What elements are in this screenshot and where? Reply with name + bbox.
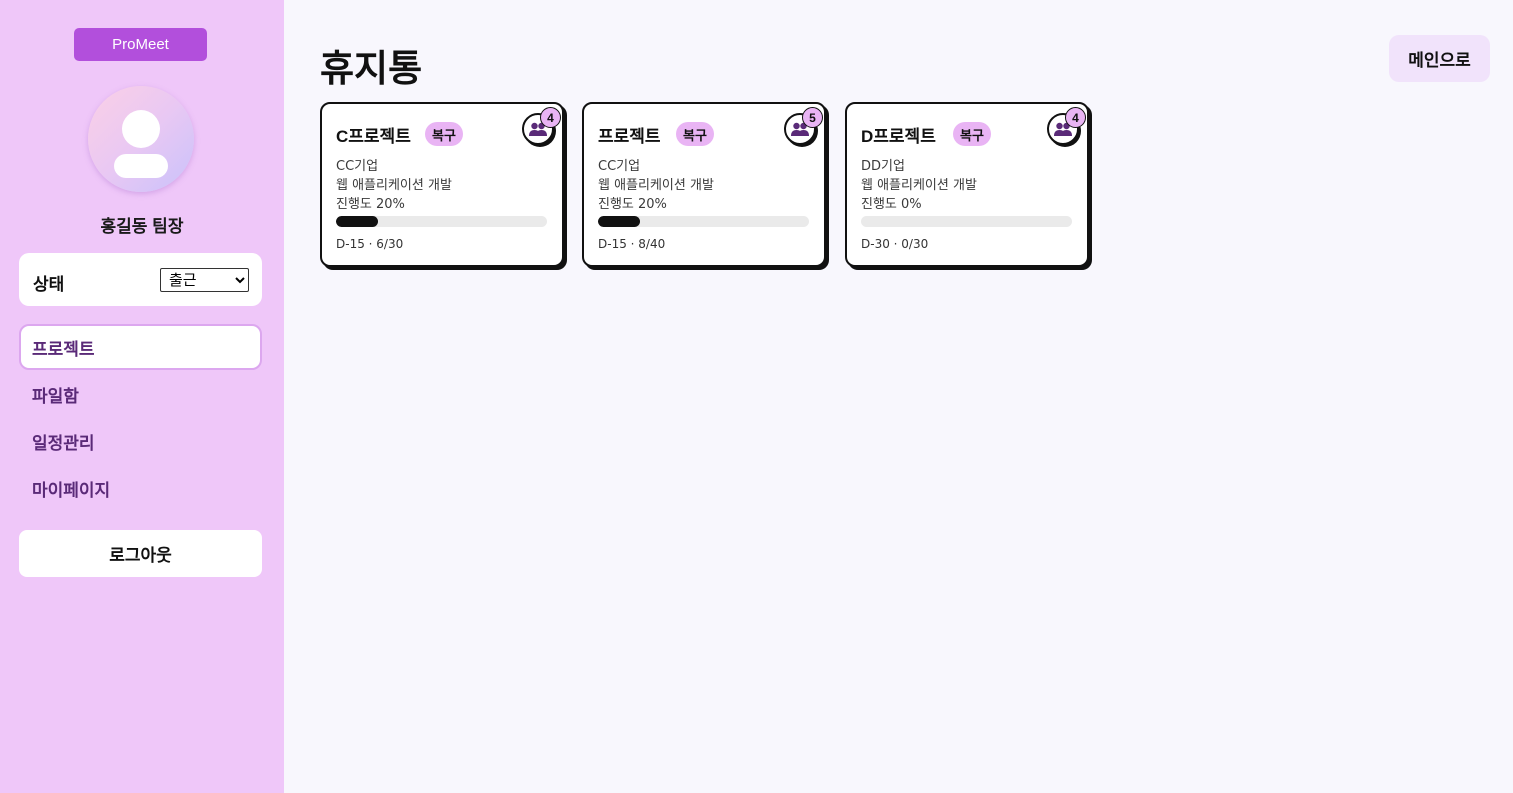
project-company: DD기업 bbox=[861, 159, 905, 174]
project-progress-text: 진행도 0% bbox=[861, 197, 922, 212]
logout-button[interactable]: 로그아웃 bbox=[19, 530, 262, 577]
project-progress-text: 진행도 20% bbox=[598, 197, 667, 212]
project-card[interactable]: D프로젝트 복구 4 DD기업 웹 애플리케이션 개발 진행도 0% D-30 … bbox=[845, 102, 1089, 267]
status-label: 상태 bbox=[33, 275, 65, 294]
members-count-badge: 4 bbox=[540, 107, 561, 128]
status-card: 상태 출근 bbox=[19, 253, 262, 306]
project-title: D프로젝트 bbox=[861, 127, 936, 146]
project-deadline: D-15 · 6/30 bbox=[336, 237, 404, 251]
sidebar-nav: 프로젝트 파일함 일정관리 마이페이지 bbox=[19, 324, 262, 512]
page-title: 휴지통 bbox=[320, 48, 423, 89]
progress-bar bbox=[598, 216, 809, 227]
progress-bar-fill bbox=[598, 216, 641, 227]
status-select[interactable]: 출근 bbox=[160, 268, 249, 292]
project-card[interactable]: 프로젝트 복구 5 CC기업 웹 애플리케이션 개발 진행도 20% D-15 … bbox=[582, 102, 826, 267]
restore-button[interactable]: 복구 bbox=[953, 122, 991, 146]
sidebar: ProMeet 홍길동 팀장 상태 출근 프로젝트 파일함 일정관리 마이페이지… bbox=[0, 0, 284, 793]
user-name: 홍길동 팀장 bbox=[100, 217, 184, 236]
restore-button[interactable]: 복구 bbox=[425, 122, 463, 146]
avatar-head bbox=[122, 110, 160, 148]
project-title: C프로젝트 bbox=[336, 127, 411, 146]
back-to-main-button[interactable]: 메인으로 bbox=[1389, 35, 1490, 82]
project-company: CC기업 bbox=[336, 159, 379, 174]
progress-bar-fill bbox=[336, 216, 379, 227]
project-deadline: D-15 · 8/40 bbox=[598, 237, 666, 251]
project-deadline: D-30 · 0/30 bbox=[861, 237, 929, 251]
members-count-badge: 5 bbox=[802, 107, 823, 128]
user-avatar-icon bbox=[88, 86, 194, 192]
sidebar-item-schedule[interactable]: 일정관리 bbox=[19, 418, 262, 464]
restore-button[interactable]: 복구 bbox=[676, 122, 714, 146]
project-card[interactable]: C프로젝트 복구 4 CC기업 웹 애플리케이션 개발 진행도 20% D-15… bbox=[320, 102, 564, 267]
sidebar-item-projects[interactable]: 프로젝트 bbox=[19, 324, 262, 370]
project-type: 웹 애플리케이션 개발 bbox=[598, 178, 714, 193]
avatar-body bbox=[114, 154, 168, 178]
progress-bar bbox=[336, 216, 547, 227]
progress-bar bbox=[861, 216, 1072, 227]
project-company: CC기업 bbox=[598, 159, 641, 174]
project-title: 프로젝트 bbox=[598, 127, 661, 146]
project-type: 웹 애플리케이션 개발 bbox=[861, 178, 977, 193]
brand-logo[interactable]: ProMeet bbox=[74, 28, 207, 61]
sidebar-item-files[interactable]: 파일함 bbox=[19, 371, 262, 417]
members-count-badge: 4 bbox=[1065, 107, 1086, 128]
project-type: 웹 애플리케이션 개발 bbox=[336, 178, 452, 193]
sidebar-item-mypage[interactable]: 마이페이지 bbox=[19, 465, 262, 511]
project-progress-text: 진행도 20% bbox=[336, 197, 405, 212]
